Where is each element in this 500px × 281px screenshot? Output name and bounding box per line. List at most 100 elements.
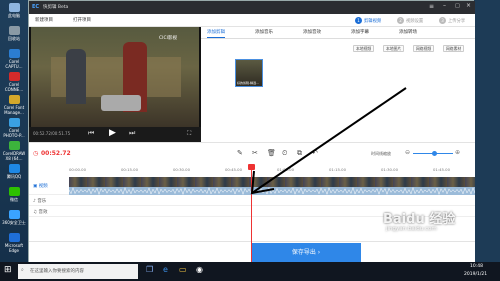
- save-export-button[interactable]: 保存导出 ›: [251, 243, 361, 263]
- desktop-icon[interactable]: Corel CAPTU...: [2, 49, 26, 69]
- step-3-badge: 3: [439, 17, 446, 24]
- prev-frame-icon[interactable]: ⏮: [88, 129, 94, 138]
- tab-add-clip[interactable]: 添加剪辑: [207, 29, 225, 38]
- media-tabs: 添加剪辑 添加音乐 添加音效 添加字幕 添加转场: [201, 27, 475, 39]
- local-video-button[interactable]: 本地视频: [353, 45, 375, 52]
- step-1-badge: 1: [355, 17, 362, 24]
- close-icon[interactable]: ×: [466, 2, 471, 9]
- app-title: 快剪辑 Beta: [43, 5, 69, 10]
- desktop-app-icon: [8, 118, 20, 127]
- online-material-button[interactable]: 网络素材: [443, 45, 465, 52]
- desktop-icon[interactable]: 回收站: [2, 26, 26, 41]
- tab-add-transition[interactable]: 添加转场: [399, 29, 417, 37]
- annotation-arrow: [250, 87, 407, 195]
- maximize-icon[interactable]: □: [455, 3, 460, 9]
- bottom-bar: 保存导出 ›: [29, 241, 475, 263]
- step-3-label[interactable]: 上传分享: [448, 18, 465, 24]
- online-video-button[interactable]: 网络视频: [413, 45, 435, 52]
- clock-icon: ◷: [33, 150, 39, 157]
- taskbar: ⊞ ⌕ 在这里输入你要搜索的内容 ❐ e ▭ ◉ 10:48 2019/1/21: [0, 262, 500, 281]
- desktop-icon[interactable]: 微信: [2, 187, 26, 202]
- desktop-icon[interactable]: 腾讯QQ: [2, 164, 26, 179]
- minimize-icon[interactable]: –: [443, 2, 446, 9]
- video-frame: CICI影视: [31, 27, 199, 127]
- step-1-label[interactable]: 剪辑视频: [364, 18, 381, 24]
- sound-track-label: ♫ 音效: [33, 210, 48, 215]
- person-left: [66, 49, 86, 104]
- desktop-icon-label: Corel PHOTO-P...: [3, 128, 25, 138]
- next-frame-icon[interactable]: ⏭: [129, 129, 135, 138]
- desktop-icon-label: Corel CAPTU...: [5, 59, 23, 69]
- desktop-icon-label: 回收站: [8, 36, 20, 41]
- desktop-icon[interactable]: Corel PHOTO-P...: [2, 118, 26, 138]
- watermark-url: jingyan.baidu.com: [386, 226, 437, 232]
- pot-prop: [101, 95, 141, 111]
- new-project-button[interactable]: 新建项目: [35, 17, 53, 23]
- desktop-icon-label: Microsoft Edge: [4, 243, 24, 253]
- app-taskbar-icon[interactable]: ◉: [196, 265, 203, 274]
- ruler-tick: 01:45.00: [433, 167, 450, 172]
- desktop-icon[interactable]: Corel CONNE...: [2, 72, 26, 92]
- desktop-icon-label: CorelDRAW X8 (64...: [2, 151, 26, 161]
- clock-time: 10:48: [470, 264, 483, 269]
- desktop-app-icon: [8, 210, 20, 219]
- play-icon[interactable]: ▶: [109, 128, 116, 138]
- video-player: CICI影视 00:52.72/00:51.75 ⏮ ▶ ⏭ ⛶: [29, 27, 201, 142]
- edge-icon[interactable]: e: [163, 265, 168, 274]
- app-logo: EC: [32, 4, 40, 10]
- title-bar: EC 快剪辑 Beta ≡ – □ ×: [29, 1, 475, 14]
- baidu-watermark: Baidu 经验: [383, 212, 456, 227]
- tab-add-subtitle[interactable]: 添加字幕: [351, 29, 369, 37]
- tab-add-music[interactable]: 添加音乐: [255, 29, 273, 37]
- clock-date: 2019/1/21: [464, 272, 488, 277]
- player-time: 00:52.72/00:51.75: [33, 131, 71, 136]
- fullscreen-icon[interactable]: ⛶: [187, 130, 191, 138]
- desktop-app-icon: [8, 233, 20, 242]
- ruler-tick: 00:30.00: [173, 167, 190, 172]
- music-track-label: ♪ 音乐: [33, 199, 47, 204]
- taskbar-search[interactable]: ⌕ 在这里输入你要搜索的内容: [18, 264, 138, 279]
- step-indicator: 1 剪辑视频 2 视频设置 3 上传分享: [355, 17, 475, 25]
- desktop-icon[interactable]: Corel Font Manage...: [2, 95, 26, 115]
- desktop-app-icon: [8, 141, 20, 150]
- desktop-app-icon: [8, 187, 20, 196]
- step-2-label[interactable]: 视频设置: [406, 18, 423, 24]
- desktop-icon-label: Corel Font Manage...: [3, 105, 25, 115]
- desktop-icon[interactable]: CorelDRAW X8 (64...: [2, 141, 26, 161]
- taskview-icon[interactable]: ❐: [146, 265, 153, 274]
- desktop-app-icon: [8, 49, 20, 58]
- tab-add-sound[interactable]: 添加音效: [303, 29, 321, 37]
- desktop-icon[interactable]: 此电脑: [2, 3, 26, 18]
- desktop-icon[interactable]: 360安全卫士: [2, 210, 26, 225]
- desktop-sidebar: 此电脑回收站 Corel CAPTU... Corel CONNE... Corel …: [0, 0, 28, 262]
- desktop-icon-label: 360安全卫士: [2, 220, 26, 225]
- step-2-badge: 2: [397, 17, 404, 24]
- menu-bar: 新建项目 打开项目 1 剪辑视频 2 视频设置 3 上传分享: [29, 14, 475, 27]
- open-project-button[interactable]: 打开项目: [73, 17, 91, 23]
- desktop-icon-label: 此电脑: [8, 13, 20, 18]
- zoom-in-icon[interactable]: ⊕: [455, 149, 460, 156]
- clip-thumbnail[interactable]: 好的剪辑-精选...: [235, 59, 263, 87]
- desktop-app-icon: [8, 95, 20, 104]
- desktop-app-icon: [8, 3, 20, 12]
- search-input[interactable]: 在这里输入你要搜索的内容: [30, 268, 84, 274]
- ruler-tick: 00:15.00: [121, 167, 138, 172]
- search-icon: ⌕: [21, 267, 24, 273]
- windows-start-icon[interactable]: ⊞: [4, 265, 12, 275]
- ruler-tick: 00:00.00: [69, 167, 86, 172]
- video-watermark: CICI影视: [159, 36, 177, 41]
- current-time: 00:52.72: [41, 150, 71, 157]
- desktop-icon-label: Corel CONNE...: [4, 82, 24, 92]
- desktop-icon[interactable]: Microsoft Edge: [2, 233, 26, 253]
- video-track-label: ▣ 视频: [33, 184, 48, 189]
- menu-icon[interactable]: ≡: [429, 3, 434, 10]
- local-image-button[interactable]: 本地图片: [383, 45, 405, 52]
- desktop-app-icon: [8, 26, 20, 35]
- desktop-icon-label: 腾讯QQ: [6, 174, 22, 179]
- desktop-app-icon: [8, 72, 20, 81]
- explorer-icon[interactable]: ▭: [179, 265, 187, 274]
- zoom-slider-handle[interactable]: [432, 151, 437, 156]
- player-controls: 00:52.72/00:51.75 ⏮ ▶ ⏭ ⛶: [29, 127, 201, 142]
- desktop-icon-label: 微信: [10, 197, 18, 202]
- desktop-app-icon: [8, 164, 20, 173]
